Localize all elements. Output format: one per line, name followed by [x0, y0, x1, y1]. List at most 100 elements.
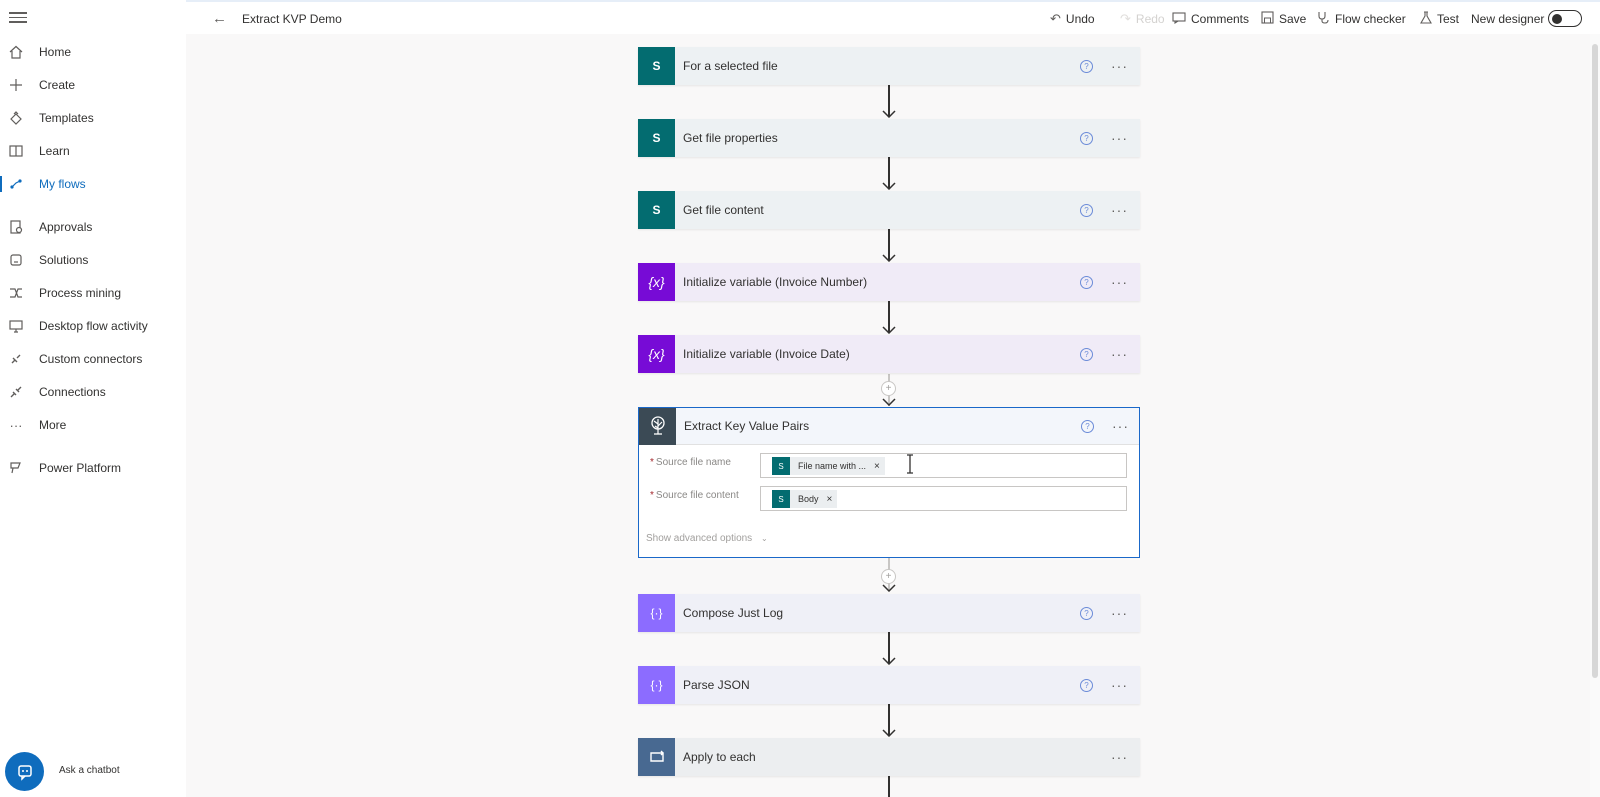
- sharepoint-icon: S: [772, 457, 790, 475]
- arrow-down-icon: [882, 326, 896, 334]
- desktop-flow-icon: [8, 318, 24, 334]
- nav-process-mining[interactable]: Process mining: [0, 279, 186, 307]
- nav-solutions[interactable]: Solutions: [0, 246, 186, 274]
- nav-desktop-flow-activity[interactable]: Desktop flow activity: [0, 312, 186, 340]
- nav-more[interactable]: ··· More: [0, 411, 186, 439]
- insert-step-icon[interactable]: +: [881, 381, 896, 396]
- insert-step-icon[interactable]: +: [881, 569, 896, 584]
- redo-button[interactable]: ↷ Redo: [1120, 10, 1165, 28]
- back-arrow-icon[interactable]: ←: [212, 10, 227, 27]
- help-icon[interactable]: ?: [1081, 419, 1094, 433]
- comments-button[interactable]: Comments: [1172, 10, 1249, 28]
- step-card-for-a-selected-file[interactable]: S For a selected file ? ···: [638, 47, 1140, 85]
- help-icon[interactable]: ?: [1080, 275, 1093, 289]
- connections-icon: [8, 384, 24, 400]
- step-card-apply-to-each[interactable]: Apply to each ···: [638, 738, 1140, 776]
- more-options-icon[interactable]: ···: [1111, 202, 1128, 218]
- nav-approvals[interactable]: Approvals: [0, 213, 186, 241]
- dynamic-content-token[interactable]: S Body ×: [772, 490, 838, 508]
- nav-templates[interactable]: Templates: [0, 104, 186, 132]
- help-icon[interactable]: ?: [1080, 678, 1093, 692]
- token-label: File name with ...: [798, 461, 867, 471]
- compose-icon: {·}: [638, 666, 675, 704]
- more-options-icon[interactable]: ···: [1111, 58, 1128, 74]
- step-title: Extract Key Value Pairs: [684, 419, 810, 433]
- step-card-init-invoice-number[interactable]: {x} Initialize variable (Invoice Number)…: [638, 263, 1140, 301]
- step-card-compose-just-log[interactable]: {·} Compose Just Log ? ···: [638, 594, 1140, 632]
- nav-create-label: Create: [39, 78, 76, 92]
- step-card-get-file-properties[interactable]: S Get file properties ? ···: [638, 119, 1140, 157]
- top-command-bar: ← Extract KVP Demo ↶ Undo ↷ Redo Comment…: [186, 0, 1600, 34]
- help-icon[interactable]: ?: [1080, 606, 1093, 620]
- step-card-parse-json[interactable]: {·} Parse JSON ? ···: [638, 666, 1140, 704]
- step-card-get-file-content[interactable]: S Get file content ? ···: [638, 191, 1140, 229]
- arrow-down-icon: [882, 398, 896, 406]
- flows-icon: [8, 176, 24, 192]
- chevron-down-icon: ⌄: [760, 534, 768, 543]
- nav-templates-label: Templates: [39, 111, 94, 125]
- more-options-icon[interactable]: ···: [1111, 346, 1128, 362]
- tree-icon: [639, 407, 676, 445]
- new-designer-toggle[interactable]: [1548, 10, 1582, 27]
- more-options-icon[interactable]: ···: [1111, 605, 1128, 621]
- undo-button[interactable]: ↶ Undo: [1050, 10, 1095, 28]
- step-title: Initialize variable (Invoice Date): [683, 347, 850, 361]
- test-button[interactable]: Test: [1420, 10, 1459, 28]
- chatbot-icon: [17, 764, 32, 781]
- source-file-name-input[interactable]: S File name with ... ×: [760, 453, 1127, 478]
- arrow-down-icon: [882, 110, 896, 118]
- nav-connections-label: Connections: [39, 385, 106, 399]
- more-options-icon[interactable]: ···: [1111, 274, 1128, 290]
- save-label: Save: [1279, 12, 1307, 26]
- help-icon[interactable]: ?: [1080, 59, 1093, 73]
- more-options-icon[interactable]: ···: [1112, 418, 1129, 434]
- more-options-icon[interactable]: ···: [1111, 749, 1128, 765]
- solutions-icon: [8, 252, 24, 268]
- nav-learn-label: Learn: [39, 144, 70, 158]
- book-icon: [8, 143, 24, 159]
- arrow-down-icon: [882, 729, 896, 737]
- save-icon: [1261, 11, 1274, 27]
- chatbot-button[interactable]: [5, 752, 44, 791]
- help-icon[interactable]: ?: [1080, 203, 1093, 217]
- nav-more-label: More: [39, 418, 67, 432]
- sharepoint-icon: S: [638, 119, 675, 157]
- source-file-content-input[interactable]: S Body ×: [760, 486, 1127, 511]
- step-title: Parse JSON: [683, 678, 750, 692]
- nav-my-flows[interactable]: My flows: [0, 170, 186, 198]
- remove-token-icon[interactable]: ×: [874, 461, 880, 472]
- nav-create[interactable]: Create: [0, 71, 186, 99]
- step-card-init-invoice-date[interactable]: {x} Initialize variable (Invoice Date) ?…: [638, 335, 1140, 373]
- nav-solutions-label: Solutions: [39, 253, 89, 267]
- sharepoint-icon: S: [772, 490, 790, 508]
- save-button[interactable]: Save: [1261, 10, 1306, 28]
- help-icon[interactable]: ?: [1080, 347, 1093, 361]
- show-advanced-options-link[interactable]: Show advanced options ⌄: [646, 533, 768, 544]
- hamburger-menu-icon[interactable]: [9, 9, 27, 25]
- remove-token-icon[interactable]: ×: [827, 494, 833, 505]
- help-icon[interactable]: ?: [1080, 131, 1093, 145]
- source-file-content-label: Source file content: [650, 490, 739, 501]
- nav-custom-connectors[interactable]: Custom connectors: [0, 345, 186, 373]
- connector-line: [888, 776, 890, 797]
- nav-power-platform[interactable]: Power Platform: [0, 454, 186, 482]
- nav-home[interactable]: Home: [0, 38, 186, 66]
- arrow-down-icon: [882, 657, 896, 665]
- nav-learn[interactable]: Learn: [0, 137, 186, 165]
- scrollbar-thumb[interactable]: [1592, 44, 1598, 678]
- nav-connections[interactable]: Connections: [0, 378, 186, 406]
- arrow-down-icon: [882, 254, 896, 262]
- nav-desktop-flow-activity-label: Desktop flow activity: [39, 319, 148, 333]
- step-card-extract-key-value-pairs[interactable]: Extract Key Value Pairs ? ··· Source fil…: [638, 407, 1140, 558]
- chatbot-label: Ask a chatbot: [59, 765, 120, 776]
- flow-checker-button[interactable]: Flow checker: [1317, 10, 1406, 28]
- more-options-icon[interactable]: ···: [1111, 677, 1128, 693]
- more-options-icon[interactable]: ···: [1111, 130, 1128, 146]
- templates-icon: [8, 110, 24, 126]
- step-header[interactable]: Extract Key Value Pairs ? ···: [639, 407, 1139, 445]
- redo-label: Redo: [1135, 12, 1165, 26]
- loop-icon: [638, 738, 675, 776]
- left-nav: Home Create Templates Learn My flows App…: [0, 0, 186, 797]
- dynamic-content-token[interactable]: S File name with ... ×: [772, 457, 885, 475]
- text-cursor-icon: [907, 454, 913, 474]
